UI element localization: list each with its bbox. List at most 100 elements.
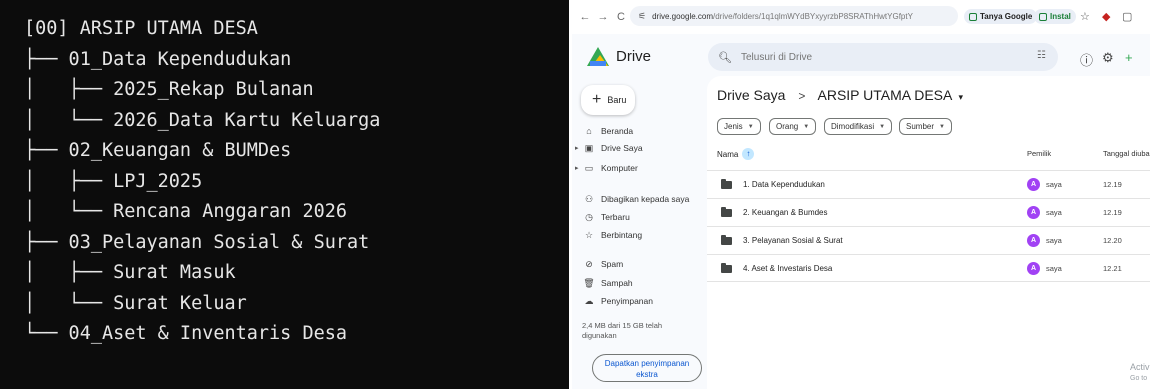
install-chip[interactable]: Instal: [1034, 9, 1076, 24]
address-bar[interactable]: ⚟ drive.google.com/drive/folders/1q1qlmW…: [630, 6, 958, 26]
filter-label: Dimodifikasi: [831, 122, 875, 131]
back-button[interactable]: ←: [576, 11, 594, 23]
ask-google-label: Tanya Google: [980, 12, 1033, 21]
avatar: A: [1027, 206, 1040, 219]
sidebar-item-starred[interactable]: ☆ Berbintang: [581, 227, 642, 243]
drive-logo-icon: [587, 47, 609, 66]
file-name: 4. Aset & Investaris Desa: [743, 264, 833, 273]
sidebar-item-computers[interactable]: ▸ ▭ Komputer: [575, 160, 638, 176]
get-more-storage-button[interactable]: Dapatkan penyimpanan ekstra: [592, 354, 702, 382]
sort-arrow-up-icon[interactable]: ↑: [742, 148, 755, 160]
search-input[interactable]: [740, 51, 1011, 63]
breadcrumb-current-folder[interactable]: ARSIP UTAMA DESA: [818, 87, 952, 103]
sidebar-item-label: Komputer: [601, 163, 638, 173]
clock-icon: ◷: [585, 211, 593, 222]
plus-icon[interactable]: +: [1125, 50, 1133, 65]
folder-icon: [721, 235, 732, 245]
modified-date: 12.19: [1103, 208, 1122, 217]
table-row[interactable]: 4. Aset & Investaris Desa A saya 12.21: [707, 254, 1150, 282]
shared-icon: ⚇: [584, 193, 594, 204]
sidebar-item-spam[interactable]: ⊘ Spam: [581, 256, 623, 272]
watermark-line: Activ: [1130, 362, 1150, 372]
column-header-owner[interactable]: Pemilik: [1027, 149, 1051, 158]
forward-button[interactable]: →: [594, 11, 612, 23]
chevron-down-icon: ▼: [879, 123, 886, 130]
install-icon: [1039, 12, 1047, 21]
breadcrumb-separator: >: [798, 89, 806, 103]
new-button-label: Baru: [607, 95, 627, 105]
terminal-panel: [00] ARSIP UTAMA DESA ├── 01_Data Kepend…: [0, 0, 569, 389]
sidebar-item-label: Sampah: [601, 278, 633, 288]
file-list-pane: Drive Saya > ARSIP UTAMA DESA ▾ Jenis ▼ O…: [707, 76, 1150, 389]
search-icon[interactable]: 🔍︎: [718, 51, 732, 64]
site-settings-icon[interactable]: ⚟: [638, 11, 646, 22]
storage-usage-text: 2,4 MB dari 15 GB telah digunakan: [582, 321, 663, 340]
expand-caret-icon[interactable]: ▸: [575, 144, 579, 152]
filter-type[interactable]: Jenis ▼: [717, 118, 761, 135]
tree-line: └── 04_Aset & Inventaris Desa: [24, 323, 348, 344]
tree-line: │ ├── LPJ_2025: [24, 170, 203, 192]
chevron-down-icon: ▼: [747, 123, 754, 130]
sidebar-item-home[interactable]: ⌂ Beranda: [581, 123, 633, 139]
sidepanel-icon[interactable]: ▢: [1122, 10, 1132, 23]
sidebar-item-trash[interactable]: 🗑︎ Sampah: [581, 275, 633, 291]
search-options-icon[interactable]: ☷: [1037, 50, 1046, 61]
new-button[interactable]: + Baru: [581, 85, 635, 115]
filter-label: Sumber: [906, 122, 935, 131]
file-name: 3. Pelayanan Sosial & Surat: [743, 236, 843, 245]
bookmark-star-icon[interactable]: ☆: [1080, 10, 1090, 23]
sidebar-item-label: Dibagikan kepada saya: [601, 194, 690, 204]
tree-root-line: [00] ARSIP UTAMA DESA: [24, 18, 258, 39]
watermark-line: Go to: [1130, 375, 1148, 382]
filter-source[interactable]: Sumber ▼: [899, 118, 952, 135]
tree-line: │ ├── Surat Masuk: [24, 262, 236, 283]
owner-name: saya: [1046, 208, 1062, 217]
table-row[interactable]: 3. Pelayanan Sosial & Surat A saya 12.20: [707, 226, 1150, 254]
cloud-icon: ☁: [584, 295, 594, 306]
browser-window: ← → C ⚟ drive.google.com/drive/folders/1…: [569, 0, 1150, 389]
breadcrumb: Drive Saya > ARSIP UTAMA DESA ▾: [717, 87, 963, 103]
filter-people[interactable]: Orang ▼: [769, 118, 817, 135]
sidebar-item-storage[interactable]: ☁ Penyimpanan: [581, 293, 653, 309]
tree-line: ├── 03_Pelayanan Sosial & Surat: [24, 231, 370, 253]
sidebar-item-label: Spam: [601, 259, 624, 269]
star-icon: ☆: [584, 229, 594, 240]
folder-icon: [721, 263, 732, 273]
owner-name: saya: [1046, 180, 1062, 189]
sidebar-item-my-drive[interactable]: ▸ ▣ Drive Saya: [575, 140, 643, 156]
avatar: A: [1027, 234, 1040, 247]
owner-name: saya: [1046, 236, 1062, 245]
chevron-down-icon: ▼: [803, 123, 810, 130]
sidebar-item-label: Beranda: [601, 126, 634, 136]
app-title: Drive: [616, 48, 652, 65]
tree-line: ├── 01_Data Kependudukan: [24, 48, 292, 70]
chevron-down-icon[interactable]: ▾: [958, 92, 963, 102]
ask-google-chip[interactable]: Tanya Google: [964, 9, 1038, 24]
activation-watermark: Activ Go to: [1130, 362, 1150, 384]
sidebar-item-shared[interactable]: ⚇ Dibagikan kepada saya: [581, 191, 689, 207]
sidebar-item-label: Terbaru: [601, 212, 630, 222]
sidebar-item-recent[interactable]: ◷ Terbaru: [581, 209, 630, 225]
gear-icon[interactable]: ⚙: [1102, 50, 1114, 66]
sidebar-item-label: Berbintang: [601, 230, 643, 240]
reload-button[interactable]: C: [612, 11, 630, 23]
help-icon[interactable]: ⓘ: [1080, 50, 1093, 69]
sidebar-item-label: Penyimpanan: [601, 296, 653, 306]
table-row[interactable]: 1. Data Kependudukan A saya 12.19: [707, 170, 1150, 198]
search-bar[interactable]: 🔍︎ ☷: [708, 43, 1058, 71]
column-header-name[interactable]: Nama ↑: [717, 148, 755, 160]
sidebar-item-label: Drive Saya: [601, 143, 643, 153]
owner-name: saya: [1046, 264, 1062, 273]
filter-modified[interactable]: Dimodifikasi ▼: [824, 118, 893, 135]
modified-date: 12.19: [1103, 180, 1122, 189]
url-host: drive.google.com: [652, 11, 713, 21]
extension-icon[interactable]: ◆: [1102, 10, 1110, 23]
folder-icon: [721, 207, 732, 217]
drive-logo[interactable]: Drive: [587, 47, 651, 66]
plus-icon: +: [592, 91, 602, 108]
breadcrumb-root[interactable]: Drive Saya: [717, 87, 785, 103]
table-row[interactable]: 2. Keuangan & Bumdes A saya 12.19: [707, 198, 1150, 226]
column-header-modified[interactable]: Tanggal diubah: [1103, 149, 1150, 158]
modified-date: 12.20: [1103, 236, 1122, 245]
expand-caret-icon[interactable]: ▸: [575, 164, 579, 172]
